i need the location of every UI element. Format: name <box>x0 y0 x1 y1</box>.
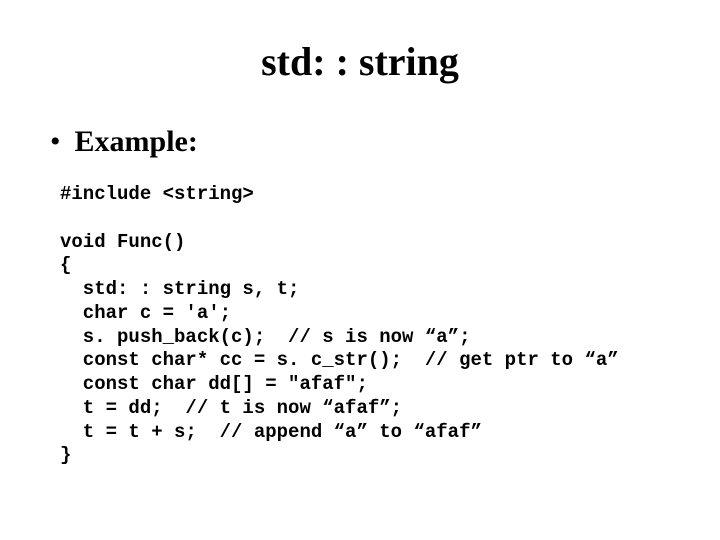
bullet-icon: • <box>50 127 61 157</box>
bullet-item: • Example: <box>50 125 680 159</box>
bullet-text: Example: <box>75 125 198 159</box>
slide-title: std: : string <box>40 38 680 85</box>
slide: std: : string • Example: #include <strin… <box>0 0 720 540</box>
code-block: #include <string> void Func() { std: : s… <box>60 183 680 468</box>
